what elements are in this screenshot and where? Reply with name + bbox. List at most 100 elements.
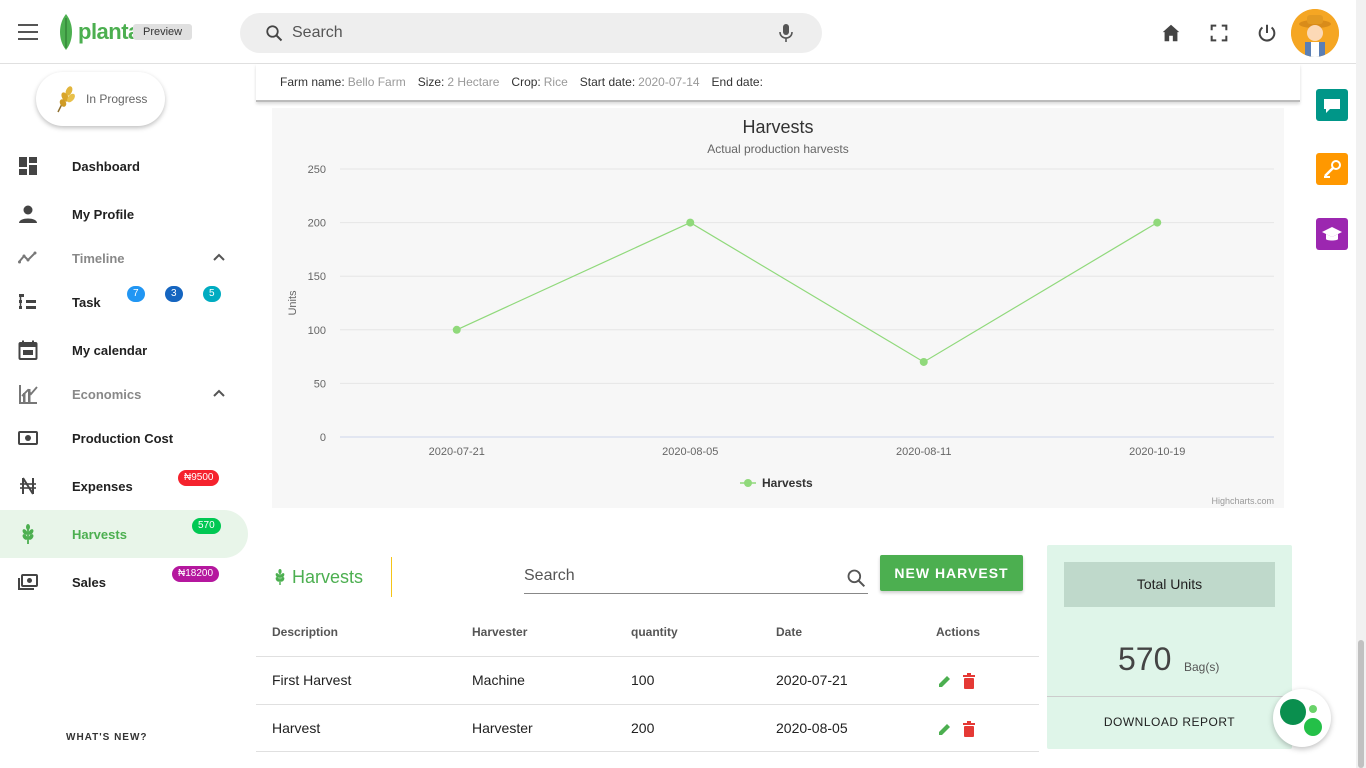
sidebar: In Progress Dashboard My Profile Timelin… bbox=[0, 64, 248, 768]
assistant-fab[interactable] bbox=[1273, 689, 1331, 747]
sales-badge: ₦18200 bbox=[172, 566, 220, 582]
chart-subtitle: Actual production harvests bbox=[707, 142, 848, 156]
sidebar-item-label: Task bbox=[72, 294, 101, 310]
column-header-harvester[interactable]: Harvester bbox=[472, 625, 527, 639]
total-units-value: 570 bbox=[1118, 641, 1172, 677]
sidebar-item-my-calendar[interactable]: My calendar bbox=[0, 326, 248, 374]
table-search-input[interactable] bbox=[524, 560, 824, 592]
power-icon[interactable] bbox=[1256, 22, 1278, 44]
search-icon bbox=[266, 25, 283, 42]
size-label: Size: bbox=[417, 75, 445, 89]
harvests-badge: 570 bbox=[192, 518, 221, 534]
wheat-icon bbox=[22, 524, 34, 544]
column-header-actions: Actions bbox=[936, 625, 981, 639]
y-tick-label: 150 bbox=[308, 271, 326, 283]
fullscreen-icon[interactable] bbox=[1208, 22, 1230, 44]
total-units-card: Total Units 570 Bag(s) DOWNLOAD REPORT bbox=[1047, 545, 1292, 749]
quantity-cell: 100 bbox=[631, 672, 655, 688]
y-tick-label: 250 bbox=[308, 164, 326, 176]
sidebar-item-label: Sales bbox=[72, 574, 106, 590]
chart-credits: Highcharts.com bbox=[1211, 496, 1274, 506]
assistant-bubbles-icon bbox=[1280, 699, 1322, 736]
farm-name-label: Farm name: bbox=[280, 75, 345, 89]
sidebar-item-label: Timeline bbox=[72, 250, 125, 266]
download-report-button[interactable]: DOWNLOAD REPORT bbox=[1047, 715, 1292, 729]
user-avatar[interactable] bbox=[1291, 9, 1339, 57]
page-scrollbar[interactable] bbox=[1356, 0, 1366, 768]
date-cell: 2020-07-21 bbox=[776, 672, 848, 688]
scrollbar-thumb[interactable] bbox=[1358, 640, 1364, 768]
sidebar-item-expenses[interactable]: Expenses ₦9500 bbox=[0, 462, 248, 510]
column-header-date[interactable]: Date bbox=[776, 625, 802, 639]
new-harvest-button[interactable]: NEW HARVEST bbox=[880, 555, 1023, 591]
data-point bbox=[1153, 218, 1162, 227]
timeline-icon bbox=[18, 251, 37, 264]
sidebar-item-label: Dashboard bbox=[72, 158, 140, 174]
table-search[interactable] bbox=[524, 560, 868, 594]
naira-icon bbox=[20, 477, 36, 495]
task-badge-progress: 3 bbox=[165, 286, 183, 302]
sidebar-item-task[interactable]: Task 7 3 5 bbox=[0, 278, 248, 326]
data-point bbox=[686, 218, 695, 227]
whats-new-link[interactable]: WHAT'S NEW? bbox=[66, 732, 148, 743]
sidebar-item-dashboard[interactable]: Dashboard bbox=[0, 142, 248, 190]
chart-title: Harvests bbox=[742, 117, 813, 137]
task-icon bbox=[19, 294, 36, 309]
total-units-unit: Bag(s) bbox=[1184, 660, 1220, 674]
home-icon[interactable] bbox=[1160, 22, 1182, 44]
sidebar-item-production-cost[interactable]: Production Cost bbox=[0, 414, 248, 462]
chat-bubble-icon bbox=[1324, 99, 1340, 113]
sidebar-item-sales[interactable]: Sales ₦18200 bbox=[0, 558, 248, 606]
y-tick-label: 200 bbox=[308, 218, 326, 230]
y-tick-label: 0 bbox=[320, 432, 326, 444]
sidebar-item-label: My Profile bbox=[72, 206, 135, 222]
sidebar-section-economics[interactable]: Economics bbox=[0, 370, 248, 418]
size-value: 2 Hectare bbox=[447, 75, 500, 89]
search-input[interactable] bbox=[292, 21, 752, 45]
y-axis-label: Units bbox=[287, 290, 299, 316]
sidebar-item-label: Economics bbox=[72, 386, 142, 402]
cash-icon bbox=[18, 574, 38, 590]
end-date-label: End date: bbox=[711, 75, 763, 89]
task-badge-pending: 7 bbox=[127, 286, 145, 302]
chevron-up-icon[interactable] bbox=[212, 388, 226, 398]
harvester-cell: Machine bbox=[472, 672, 525, 688]
farm-info-bar: Farm name: Bello Farm Size: 2 Hectare Cr… bbox=[256, 64, 1300, 102]
expenses-badge: ₦9500 bbox=[178, 470, 220, 486]
sidebar-item-harvests[interactable]: Harvests 570 bbox=[0, 510, 248, 558]
sidebar-item-label: My calendar bbox=[72, 342, 148, 358]
x-tick-label: 2020-08-11 bbox=[896, 446, 951, 458]
project-status[interactable]: In Progress bbox=[36, 72, 165, 126]
sidebar-section-timeline[interactable]: Timeline bbox=[0, 234, 248, 282]
delete-icon[interactable] bbox=[962, 721, 976, 737]
mic-icon[interactable] bbox=[778, 23, 794, 43]
harvests-chart: Harvests Actual production harvests 0 50 100… bbox=[272, 108, 1284, 508]
app-logo[interactable]: planta bbox=[56, 12, 140, 52]
chat-button[interactable] bbox=[1316, 89, 1348, 121]
description-cell: First Harvest bbox=[272, 672, 352, 688]
calendar-icon bbox=[18, 340, 38, 360]
leaf-logo-icon bbox=[60, 14, 72, 50]
column-header-quantity[interactable]: quantity bbox=[631, 625, 678, 639]
edit-icon[interactable] bbox=[937, 721, 953, 737]
harvester-cell: Harvester bbox=[472, 720, 533, 736]
edit-icon[interactable] bbox=[937, 673, 953, 689]
sidebar-item-my-profile[interactable]: My Profile bbox=[0, 190, 248, 238]
farm-name-value: Bello Farm bbox=[347, 75, 406, 89]
wheat-icon bbox=[275, 569, 285, 585]
menu-icon[interactable] bbox=[18, 24, 38, 40]
money-icon bbox=[18, 431, 38, 445]
delete-icon[interactable] bbox=[962, 673, 976, 689]
chevron-up-icon[interactable] bbox=[212, 252, 226, 262]
column-header-description[interactable]: Description bbox=[272, 625, 338, 639]
chart-svg: Harvests Actual production harvests 0 50 100… bbox=[287, 117, 1274, 506]
table-row: Harvest Harvester 200 2020-08-05 bbox=[256, 704, 1039, 752]
soil-test-button[interactable] bbox=[1316, 153, 1348, 185]
harvests-section-title: Harvests bbox=[272, 557, 392, 597]
search-icon[interactable] bbox=[846, 568, 866, 588]
learn-button[interactable] bbox=[1316, 218, 1348, 250]
farmer-avatar-icon bbox=[1291, 9, 1339, 57]
start-date-label: Start date: bbox=[579, 75, 636, 89]
quantity-cell: 200 bbox=[631, 720, 655, 736]
global-search[interactable] bbox=[240, 13, 822, 53]
